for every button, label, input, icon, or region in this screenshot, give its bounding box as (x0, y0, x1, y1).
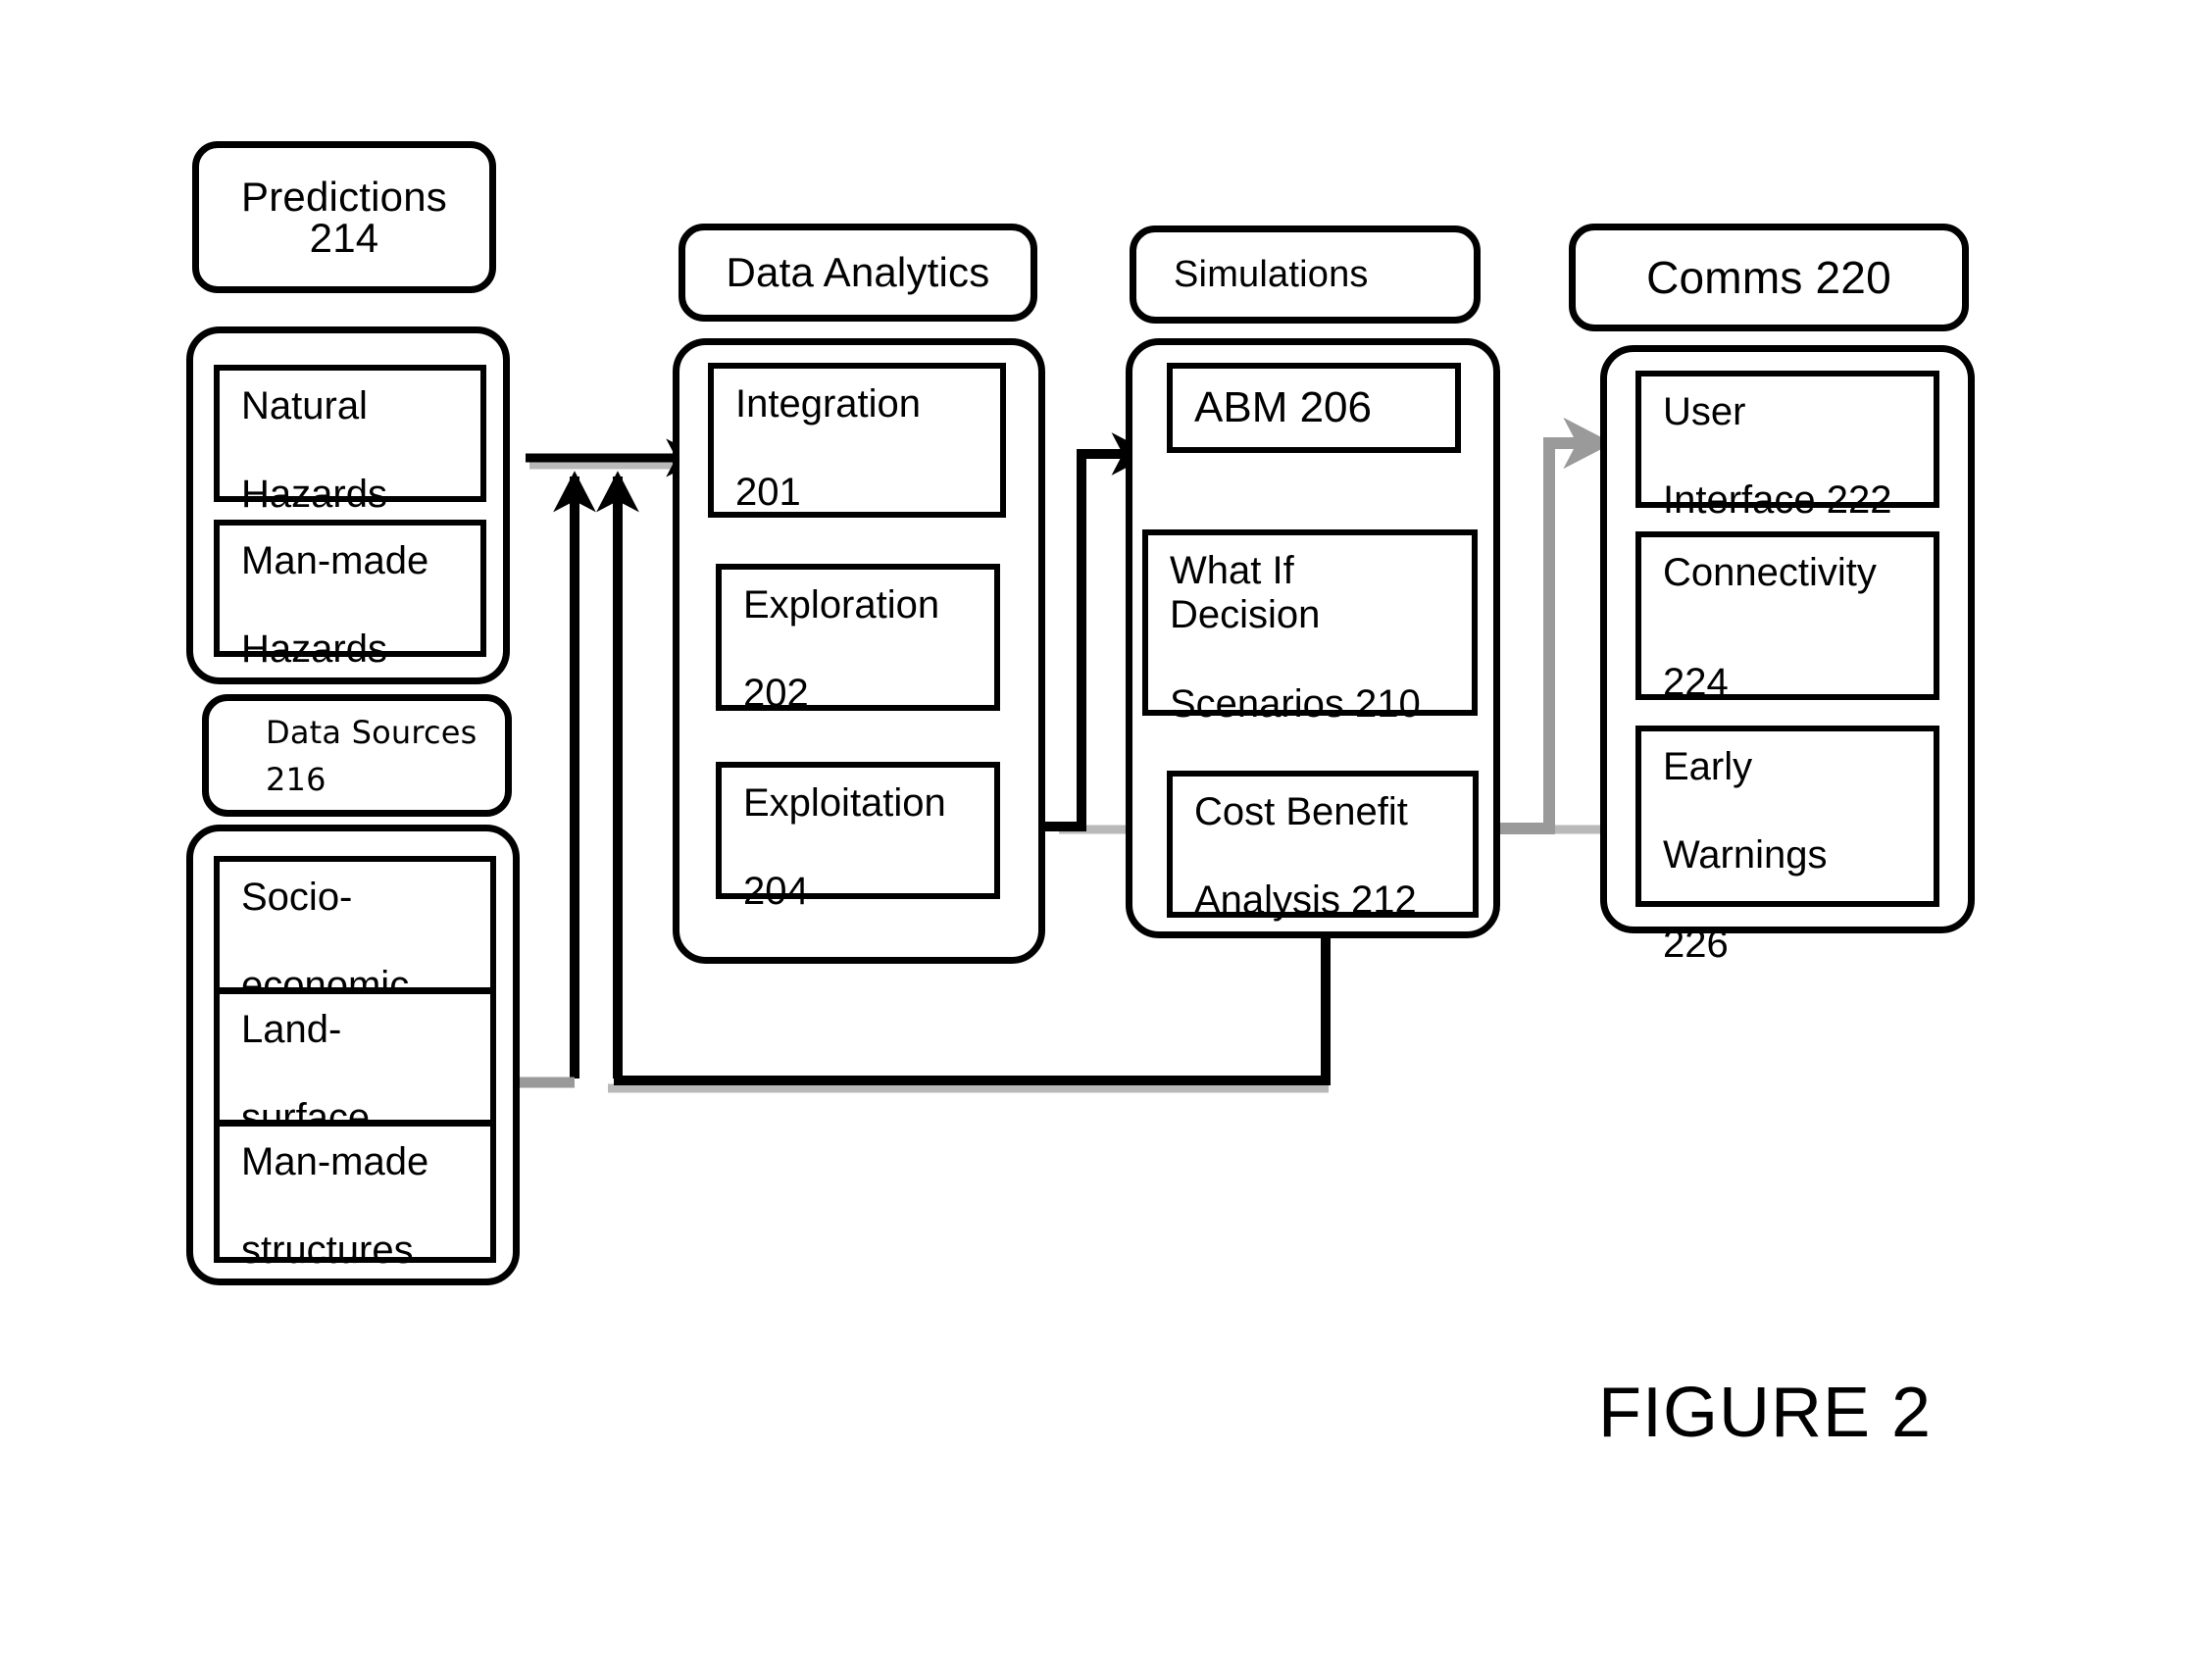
what-if-line1: What If Decision (1170, 549, 1321, 637)
early-warnings-line3: 226 (1663, 922, 1729, 966)
integration-line1: Integration (735, 382, 922, 426)
abm-label: ABM 206 (1194, 383, 1372, 432)
exploration-line1: Exploration (743, 583, 940, 627)
simulations-header-label: Simulations (1174, 254, 1369, 295)
simulations-header: Simulations (1130, 226, 1481, 324)
exploitation-line2: 204 (743, 870, 809, 914)
comms-header-label: Comms 220 (1646, 252, 1891, 303)
box-integration[interactable]: Integration 201 (708, 363, 1006, 518)
socio-economic-line1: Socio- (241, 876, 353, 919)
data-sources-header: Data Sources 216 (202, 694, 512, 817)
what-if-line2: Scenarios 210 (1170, 681, 1421, 726)
box-user-interface[interactable]: User Interface 222 (1635, 371, 1939, 522)
connectivity-line1: Connectivity (1663, 551, 1877, 594)
data-sources-header-line1: Data Sources (266, 713, 478, 751)
cost-benefit-line1: Cost Benefit (1194, 790, 1408, 833)
box-early-warnings[interactable]: Early Warnings 226 (1635, 726, 1939, 966)
box-cost-benefit-analysis[interactable]: Cost Benefit Analysis 212 (1167, 771, 1479, 922)
early-warnings-line2: Warnings (1663, 833, 1828, 878)
predictions-header: Predictions 214 (192, 141, 496, 293)
data-analytics-header-label: Data Analytics (726, 249, 990, 295)
user-interface-line2: Interface 222 (1663, 478, 1892, 523)
figure-caption-label: FIGURE 2 (1598, 1374, 1933, 1452)
box-connectivity[interactable]: Connectivity 224 (1635, 531, 1939, 704)
box-exploitation[interactable]: Exploitation 204 (716, 762, 1000, 913)
box-what-if-decision-scenarios[interactable]: What If Decision Scenarios 210 (1142, 529, 1478, 726)
figure-canvas: Predictions 214 Natural Hazards Man-made… (0, 0, 2212, 1655)
figure-caption: FIGURE 2 (1598, 1373, 1932, 1453)
natural-hazards-line1: Natural (241, 384, 368, 427)
manmade-structures-line1: Man-made (241, 1140, 429, 1183)
box-socio-economic[interactable]: Socio- economic (214, 856, 496, 1007)
comms-header: Comms 220 (1569, 224, 1969, 331)
data-sources-header-line2: 216 (266, 760, 327, 798)
predictions-header-line2: 214 (309, 214, 379, 261)
manmade-hazards-line2: Hazards (241, 627, 387, 672)
natural-hazards-line2: Hazards (241, 473, 387, 517)
box-manmade-hazards[interactable]: Man-made Hazards (214, 520, 486, 671)
cost-benefit-line2: Analysis 212 (1194, 878, 1417, 923)
connectivity-line2: 224 (1663, 661, 1729, 705)
user-interface-line1: User (1663, 390, 1746, 433)
exploration-line2: 202 (743, 672, 809, 716)
box-abm[interactable]: ABM 206 (1167, 363, 1461, 453)
predictions-header-line1: Predictions (241, 173, 447, 220)
early-warnings-line1: Early (1663, 745, 1753, 788)
box-exploration[interactable]: Exploration 202 (716, 564, 1000, 715)
data-analytics-header: Data Analytics (679, 224, 1037, 322)
manmade-structures-line2: structures (241, 1229, 414, 1273)
box-natural-hazards[interactable]: Natural Hazards (214, 365, 486, 516)
exploitation-line1: Exploitation (743, 781, 946, 825)
integration-line2: 201 (735, 471, 801, 515)
land-surface-line1: Land- (241, 1008, 342, 1051)
manmade-hazards-line1: Man-made (241, 539, 429, 582)
box-manmade-structures[interactable]: Man-made structures (214, 1121, 496, 1272)
box-land-surface[interactable]: Land- surface (214, 988, 496, 1139)
